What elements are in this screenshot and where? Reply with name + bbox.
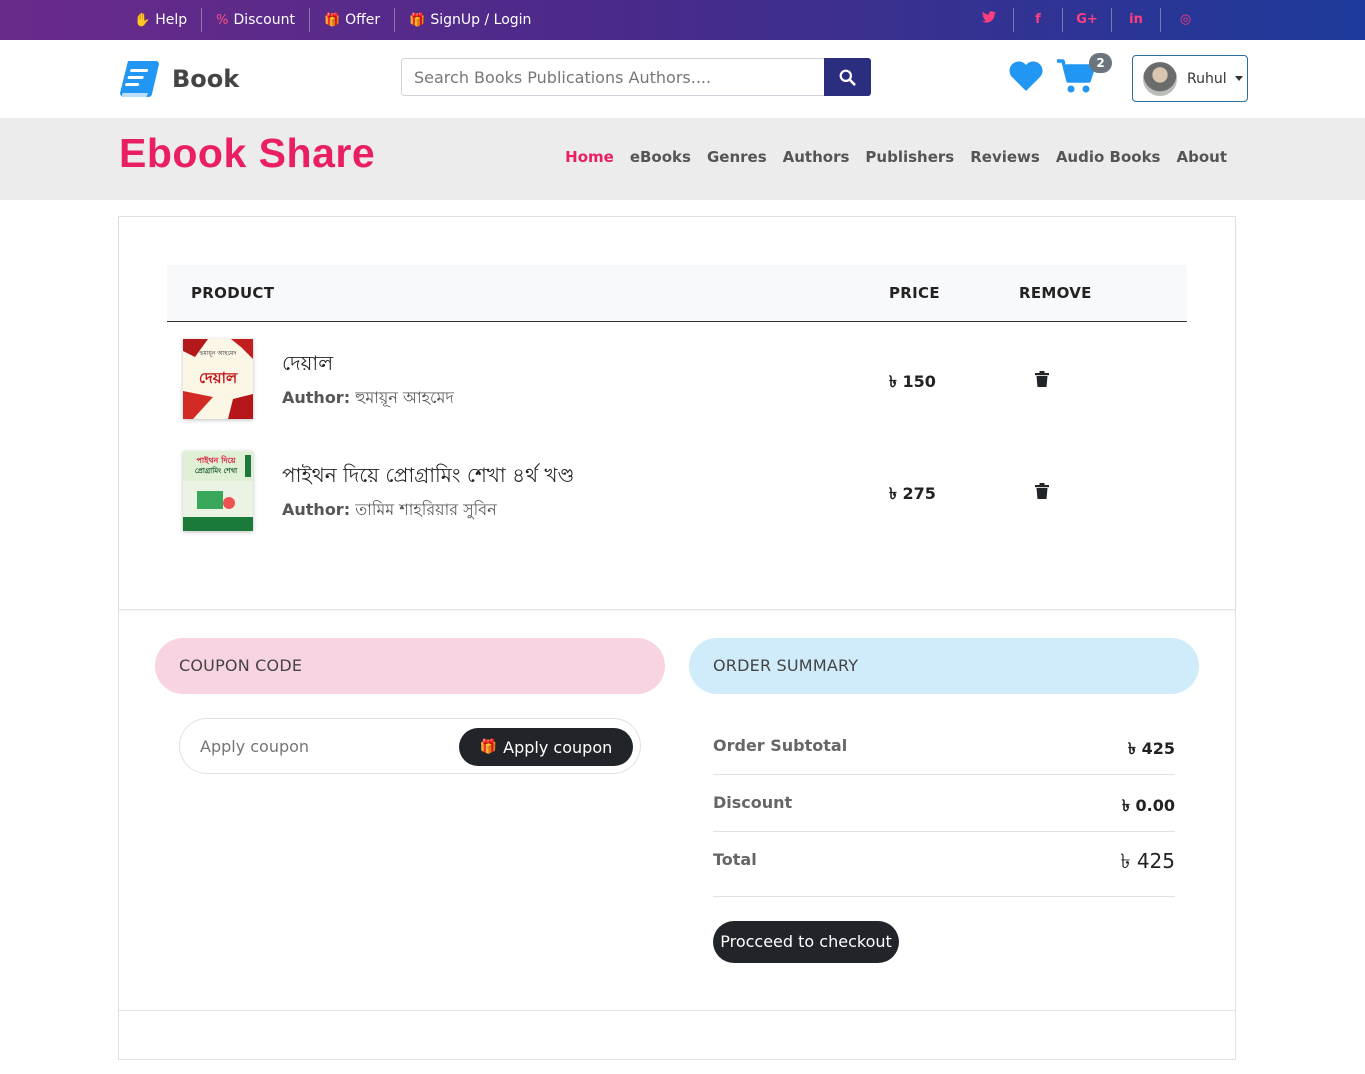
author-label: Author: [282,388,351,407]
signup-login-label: SignUp / Login [430,12,532,28]
product-price: ৳ 275 [889,484,936,503]
svg-text:দেয়াল: দেয়াল [199,369,238,387]
gift-icon: 🎁 [479,739,498,755]
product-price: ৳ 150 [889,372,936,391]
site-title[interactable]: Ebook Share [119,130,375,177]
nav-about[interactable]: About [1176,148,1227,166]
linkedin-icon[interactable]: in [1112,8,1161,32]
coupon-form: 🎁 Apply coupon [179,718,641,774]
signup-login-link[interactable]: 🎁 SignUp / Login [395,8,545,32]
column-product: PRODUCT [191,284,275,302]
book-cover-image[interactable]: পাইথন দিয়ে প্রোগ্রামিং শেখা [183,451,253,531]
coupon-input[interactable] [200,737,450,756]
cart-table-header: PRODUCT PRICE REMOVE [167,265,1187,322]
user-menu-button[interactable]: Ruhul [1132,55,1248,102]
cart-item-row: দেয়াল হুমায়ূন আহমেদ দেয়াল Author: হুম… [167,339,1187,439]
search-input[interactable] [401,58,825,96]
trash-icon[interactable] [1035,483,1049,499]
book-logo-icon [120,61,159,98]
caret-down-icon [1234,76,1243,81]
header: Book 2 Ruhul [0,40,1365,118]
discount-label: Discount [713,793,793,812]
google-plus-icon[interactable]: G+ [1063,8,1112,32]
search-button[interactable] [824,58,871,96]
apply-coupon-button[interactable]: 🎁 Apply coupon [459,728,633,766]
column-price: PRICE [889,284,940,302]
summary-row-subtotal: Order Subtotal ৳ 425 [713,718,1175,775]
summary-row-discount: Discount ৳ 0.00 [713,775,1175,832]
main-nav: Home eBooks Genres Authors Publishers Re… [549,148,1227,166]
author-name: তামিম শাহরিয়ার সুবিন [355,500,497,519]
percent-icon: % [216,12,229,28]
instagram-icon[interactable]: ◎ [1161,8,1210,32]
social-links: f G+ in ◎ [965,0,1210,40]
gift-icon: 🎁 [323,12,341,28]
logo-text: Book [172,65,240,93]
search-icon [839,69,856,86]
divider [119,1010,1235,1011]
cart-table-section: PRODUCT PRICE REMOVE দেয়াল হুমায়ূন আহম… [119,217,1235,610]
subtotal-label: Order Subtotal [713,736,848,755]
nav-home[interactable]: Home [565,148,614,166]
author-name: হুমায়ূন আহমেদ [355,388,454,407]
search-bar [401,58,871,96]
nav-reviews[interactable]: Reviews [970,148,1040,166]
help-link[interactable]: ✋ Help [134,8,203,32]
order-summary-heading: ORDER SUMMARY [689,638,1199,694]
subtotal-value: ৳ 425 [1128,739,1175,758]
cart-item-row: পাইথন দিয়ে প্রোগ্রামিং শেখা পাইথন দিয়ে… [167,451,1187,551]
logo[interactable]: Book [118,57,239,101]
trash-icon[interactable] [1035,371,1049,387]
summary-row-total: Total ৳ 425 [713,832,1175,897]
total-value: ৳ 425 [1120,849,1176,873]
nav-authors[interactable]: Authors [783,148,850,166]
coupon-code-heading: COUPON CODE [155,638,665,694]
top-bar: ✋ Help % Discount 🎁 Offer 🎁 SignUp / Log… [0,0,1365,40]
svg-text:হুমায়ূন আহমেদ: হুমায়ূন আহমেদ [199,350,238,357]
nav-genres[interactable]: Genres [707,148,767,166]
product-author: Author: হুমায়ূন আহমেদ [282,385,454,412]
avatar [1143,61,1177,96]
product-title[interactable]: পাইথন দিয়ে প্রোগ্রামিং শেখা ৪র্থ খণ্ড [282,461,574,494]
offer-link[interactable]: 🎁 Offer [310,8,396,32]
top-links: ✋ Help % Discount 🎁 Offer 🎁 SignUp / Log… [134,0,545,40]
discount-label: Discount [233,12,295,28]
svg-text:প্রোগ্রামিং শেখা: প্রোগ্রামিং শেখা [195,466,238,475]
author-label: Author: [282,500,351,519]
svg-text:পাইথন দিয়ে: পাইথন দিয়ে [196,455,235,465]
discount-link[interactable]: % Discount [202,8,310,32]
wishlist-heart-icon[interactable] [1008,60,1044,92]
gift-icon: 🎁 [409,12,426,28]
checkout-button[interactable]: Procceed to checkout [713,921,899,963]
cart-card: PRODUCT PRICE REMOVE দেয়াল হুমায়ূন আহম… [118,216,1236,1060]
discount-value: ৳ 0.00 [1121,796,1175,815]
book-cover-image[interactable]: দেয়াল হুমায়ূন আহমেদ [183,339,253,419]
product-title[interactable]: দেয়াল [282,349,333,382]
twitter-icon[interactable] [965,8,1014,32]
apply-coupon-label: Apply coupon [503,737,613,757]
product-author: Author: তামিম শাহরিয়ার সুবিন [282,497,497,524]
help-label: Help [155,12,188,28]
offer-label: Offer [345,12,381,28]
nav-publishers[interactable]: Publishers [865,148,954,166]
nav-audio-books[interactable]: Audio Books [1056,148,1161,166]
user-name: Ruhul [1187,70,1227,87]
facebook-icon[interactable]: f [1014,8,1063,32]
column-remove: REMOVE [1019,284,1092,302]
total-label: Total [713,850,757,869]
nav-ebooks[interactable]: eBooks [630,148,691,166]
brand-bar: Ebook Share Home eBooks Genres Authors P… [0,118,1365,200]
cart-count-badge: 2 [1089,53,1112,73]
help-hand-icon: ✋ [134,12,151,28]
